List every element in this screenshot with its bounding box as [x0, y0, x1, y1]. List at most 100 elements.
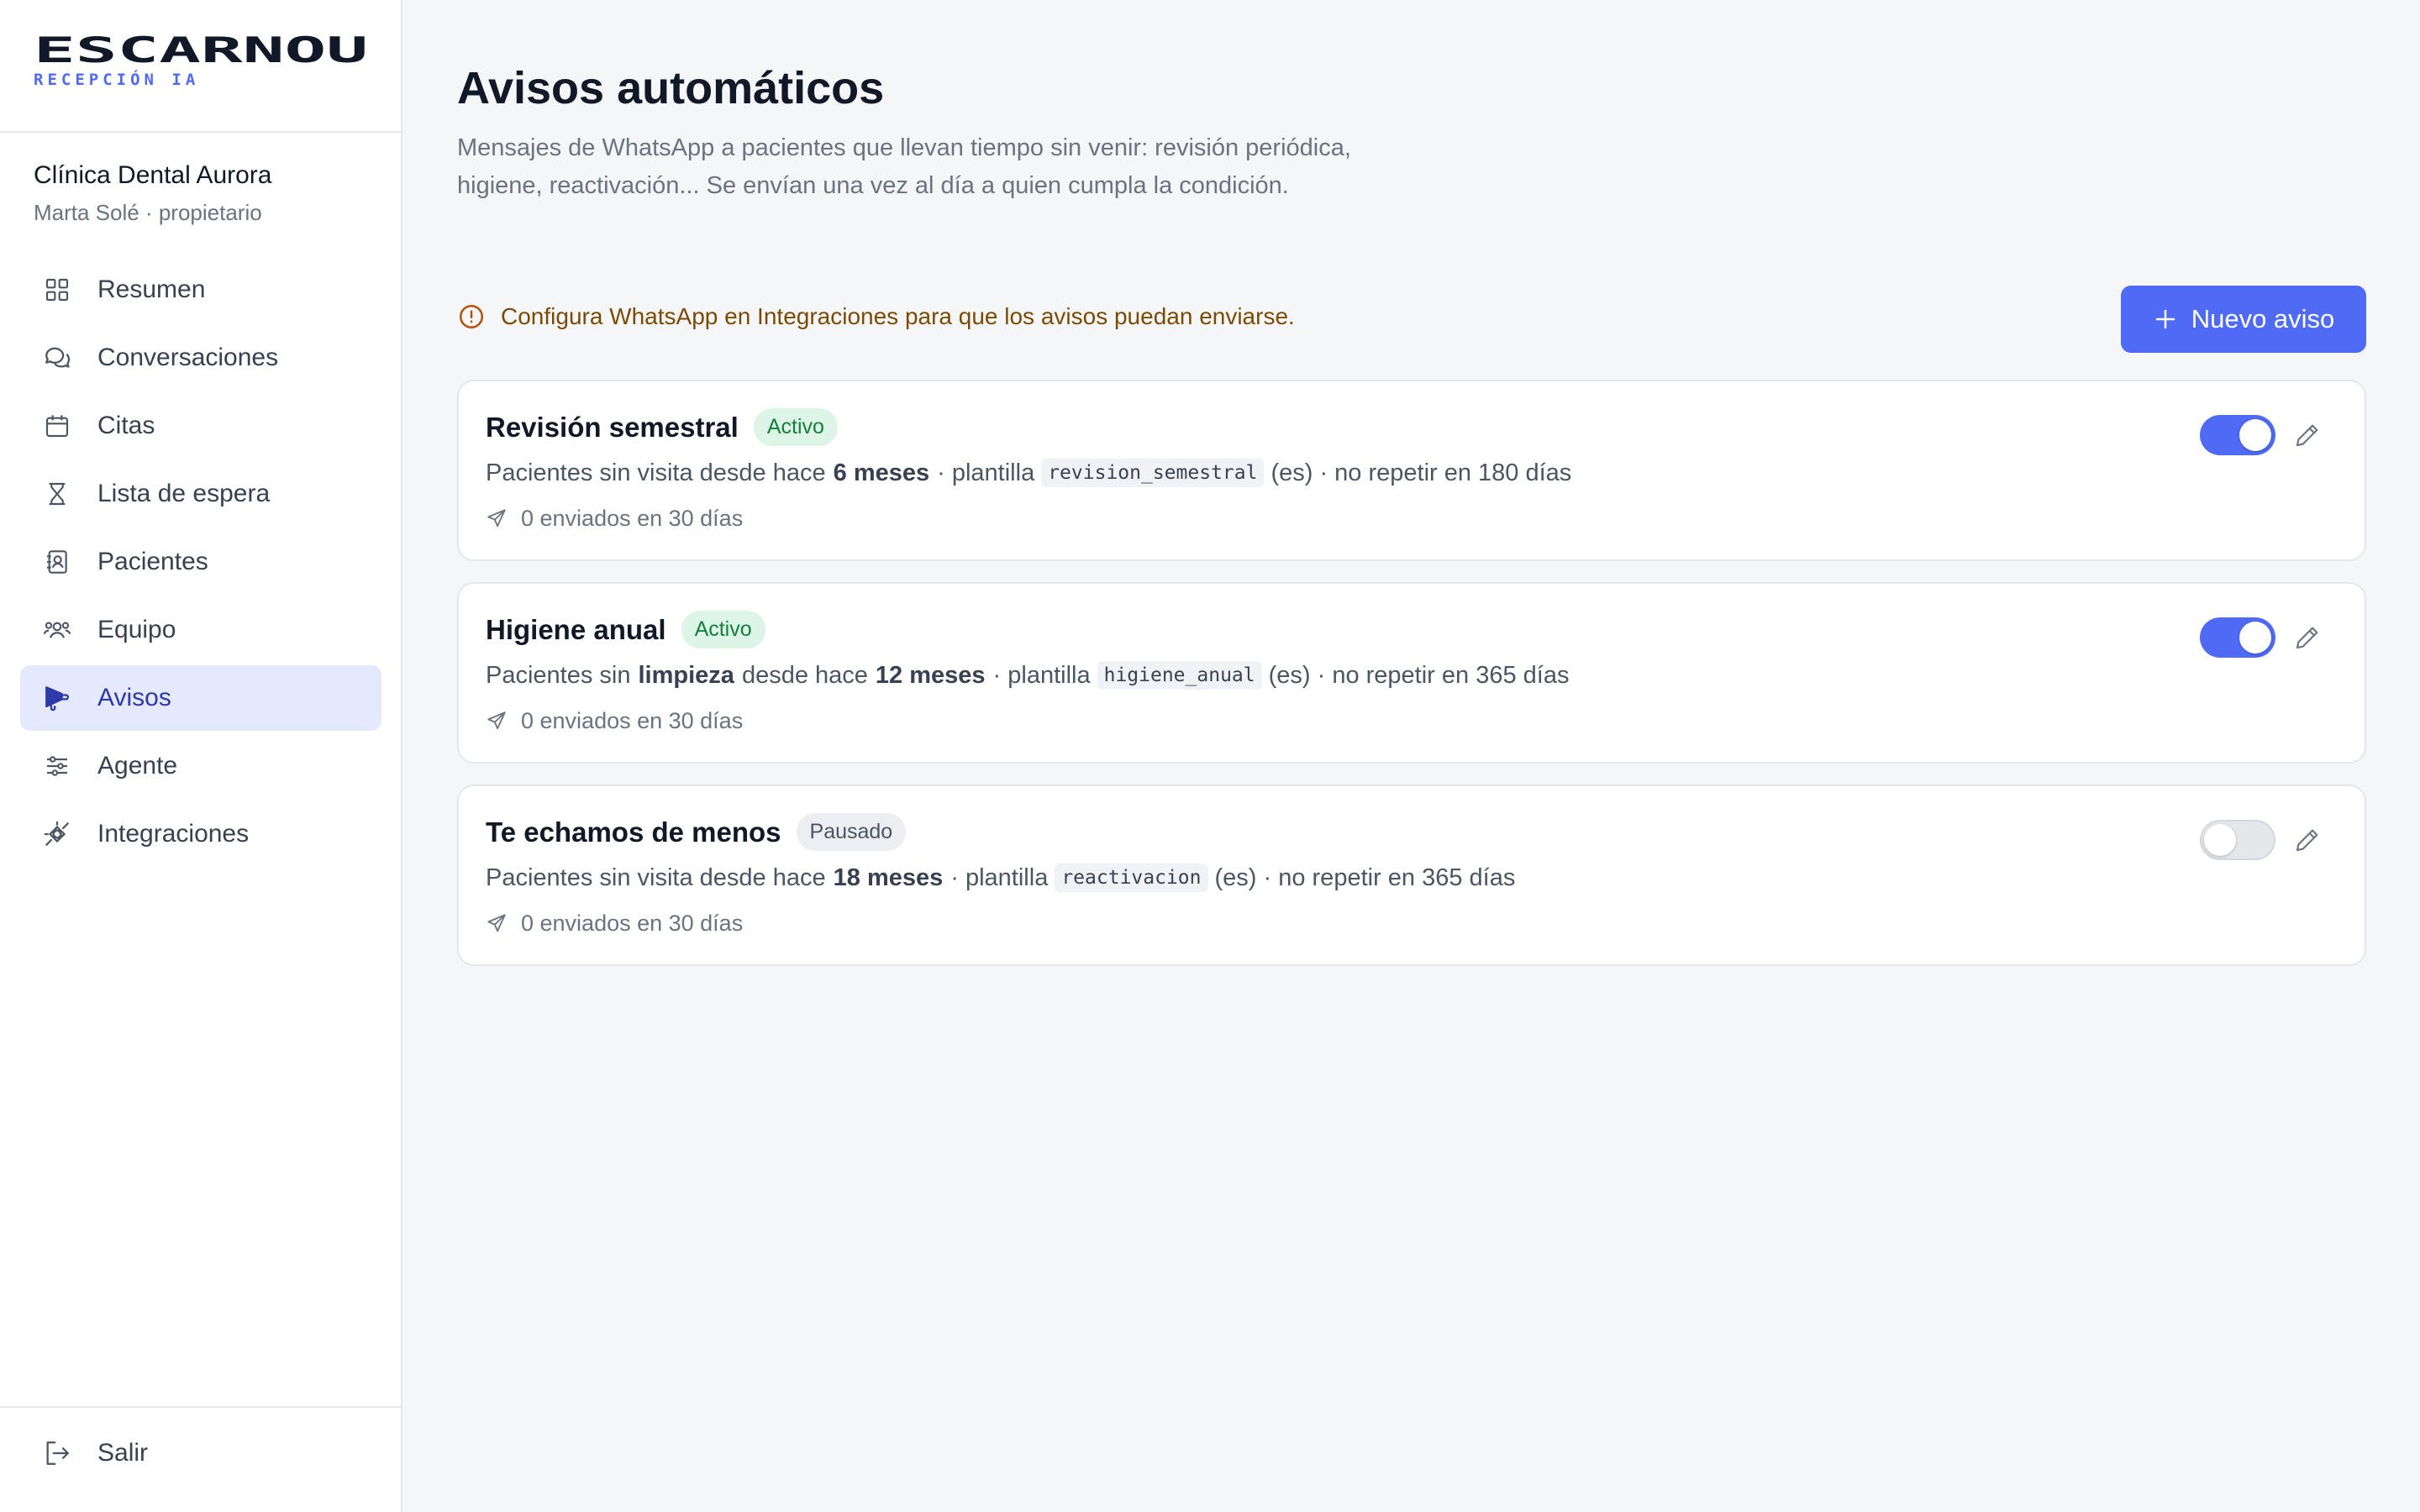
template-code: reactivacion	[1055, 864, 1208, 892]
desc-suffix: (es) · no repetir en 365 días	[1268, 661, 1570, 689]
sidebar-item-conversaciones[interactable]: Conversaciones	[20, 325, 381, 391]
aviso-toggle[interactable]	[2200, 617, 2275, 658]
send-icon	[486, 912, 509, 936]
desc-period: 6 meses	[833, 459, 930, 486]
aviso-stats: 0 enviados en 30 días	[486, 506, 743, 532]
toggle-knob	[2239, 419, 2271, 451]
sidebar-item-avisos[interactable]: Avisos	[20, 665, 381, 731]
sidebar: ESCARNOU RECEPCIÓN IA Clínica Dental Aur…	[0, 0, 402, 1512]
plus-icon	[2153, 307, 2178, 332]
page-title: Avisos automáticos	[457, 63, 885, 113]
status-badge: Activo	[681, 611, 765, 648]
aviso-description: Pacientes sin limpieza desde hace 12 mes…	[486, 661, 1569, 690]
sidebar-item-label: Avisos	[97, 684, 171, 711]
template-code: higiene_anual	[1097, 661, 1262, 690]
status-badge: Pausado	[796, 813, 907, 851]
page-description: Mensajes de WhatsApp a pacientes que lle…	[457, 134, 1351, 199]
desc-prefix: Pacientes sin visita desde hace	[486, 459, 826, 486]
aviso-toggle[interactable]	[2200, 415, 2275, 455]
sidebar-nav: Resumen Conversaciones Citas Lista de es…	[20, 257, 381, 869]
desc-mid: desde hace	[741, 661, 868, 689]
desc-plantilla-label: · plantilla	[992, 661, 1091, 689]
card-title-row: Te echamos de menos Pausado	[486, 813, 907, 851]
aviso-stats: 0 enviados en 30 días	[486, 708, 743, 734]
sidebar-item-label: Pacientes	[97, 548, 208, 575]
logout-icon	[40, 1436, 74, 1470]
stats-text: 0 enviados en 30 días	[521, 708, 744, 733]
sidebar-item-label: Lista de espera	[97, 480, 271, 507]
toggle-knob	[2204, 824, 2236, 856]
aviso-title: Higiene anual	[486, 613, 666, 645]
stats-text: 0 enviados en 30 días	[521, 506, 744, 531]
sidebar-item-label: Citas	[97, 412, 155, 439]
alert-circle-icon	[457, 302, 486, 331]
brand: ESCARNOU RECEPCIÓN IA	[0, 0, 401, 133]
sidebar-item-lista-de-espera[interactable]: Lista de espera	[20, 461, 381, 527]
contact-book-icon	[40, 545, 74, 579]
sidebar-item-label: Equipo	[97, 616, 176, 643]
logout-label: Salir	[97, 1439, 149, 1467]
send-icon	[486, 710, 509, 733]
svg-text:ESCARNOU: ESCARNOU	[34, 35, 368, 66]
send-icon	[486, 507, 509, 531]
aviso-card-revision-semestral: Revisión semestral Activo Pacientes sin …	[457, 380, 2366, 561]
sidebar-item-label: Agente	[97, 752, 178, 780]
sliders-icon	[40, 749, 74, 783]
desc-plantilla-label: · plantilla	[950, 864, 1049, 891]
edit-button[interactable]	[2291, 823, 2324, 857]
sidebar-footer: Salir	[0, 1406, 401, 1512]
desc-suffix: (es) · no repetir en 180 días	[1270, 459, 1572, 486]
sidebar-item-pacientes[interactable]: Pacientes	[20, 529, 381, 595]
clinic-info: Clínica Dental Aurora Marta Solé · propi…	[0, 133, 401, 226]
card-title-row: Higiene anual Activo	[486, 611, 765, 648]
whatsapp-warning: Configura WhatsApp en Integraciones para…	[457, 302, 1295, 331]
desc-prefix: Pacientes sin	[486, 661, 631, 689]
chat-bubbles-icon	[40, 341, 74, 375]
hourglass-icon	[40, 477, 74, 511]
stats-text: 0 enviados en 30 días	[521, 911, 744, 936]
status-badge: Activo	[753, 408, 838, 446]
edit-button[interactable]	[2291, 418, 2324, 452]
warning-text: Configura WhatsApp en Integraciones para…	[501, 303, 1295, 329]
aviso-description: Pacientes sin visita desde hace 18 meses…	[486, 864, 1515, 892]
desc-suffix: (es) · no repetir en 365 días	[1214, 864, 1516, 891]
aviso-card-higiene-anual: Higiene anual Activo Pacientes sin limpi…	[457, 582, 2366, 764]
pencil-icon	[2296, 627, 2318, 649]
aviso-toggle[interactable]	[2200, 820, 2275, 860]
plug-icon	[40, 817, 74, 851]
desc-bold-word: limpieza	[638, 661, 734, 689]
sidebar-item-citas[interactable]: Citas	[20, 393, 381, 459]
edit-button[interactable]	[2291, 621, 2324, 654]
clinic-user: Marta Solé · propietario	[34, 200, 262, 225]
template-code: revision_semestral	[1041, 459, 1265, 487]
sidebar-item-agente[interactable]: Agente	[20, 733, 381, 799]
desc-prefix: Pacientes sin visita desde hace	[486, 864, 826, 891]
aviso-title: Te echamos de menos	[486, 816, 781, 848]
aviso-stats: 0 enviados en 30 días	[486, 911, 743, 937]
aviso-card-te-echamos-de-menos: Te echamos de menos Pausado Pacientes si…	[457, 785, 2366, 966]
clinic-name: Clínica Dental Aurora	[34, 161, 272, 189]
team-icon	[40, 613, 74, 647]
desc-plantilla-label: · plantilla	[937, 459, 1035, 486]
pencil-icon	[2296, 424, 2318, 447]
logout-button[interactable]: Salir	[40, 1436, 148, 1470]
brand-subtitle: RECEPCIÓN IA	[34, 71, 200, 89]
new-aviso-button[interactable]: Nuevo aviso	[2121, 286, 2366, 353]
sidebar-item-label: Integraciones	[97, 820, 250, 848]
aviso-description: Pacientes sin visita desde hace 6 meses …	[486, 459, 1571, 487]
toggle-knob	[2239, 622, 2271, 654]
megaphone-icon	[40, 681, 74, 715]
sidebar-item-resumen[interactable]: Resumen	[20, 257, 381, 323]
desc-period: 12 meses	[875, 661, 986, 689]
sidebar-item-integraciones[interactable]: Integraciones	[20, 801, 381, 867]
calendar-icon	[40, 409, 74, 443]
sidebar-item-label: Resumen	[97, 276, 206, 303]
sidebar-item-label: Conversaciones	[97, 344, 279, 371]
card-title-row: Revisión semestral Activo	[486, 408, 838, 446]
brand-logo: ESCARNOU	[34, 35, 368, 66]
sidebar-item-equipo[interactable]: Equipo	[20, 597, 381, 663]
desc-period: 18 meses	[833, 864, 944, 891]
grid-icon	[40, 273, 74, 307]
pencil-icon	[2296, 829, 2318, 852]
new-aviso-label: Nuevo aviso	[2191, 304, 2335, 333]
